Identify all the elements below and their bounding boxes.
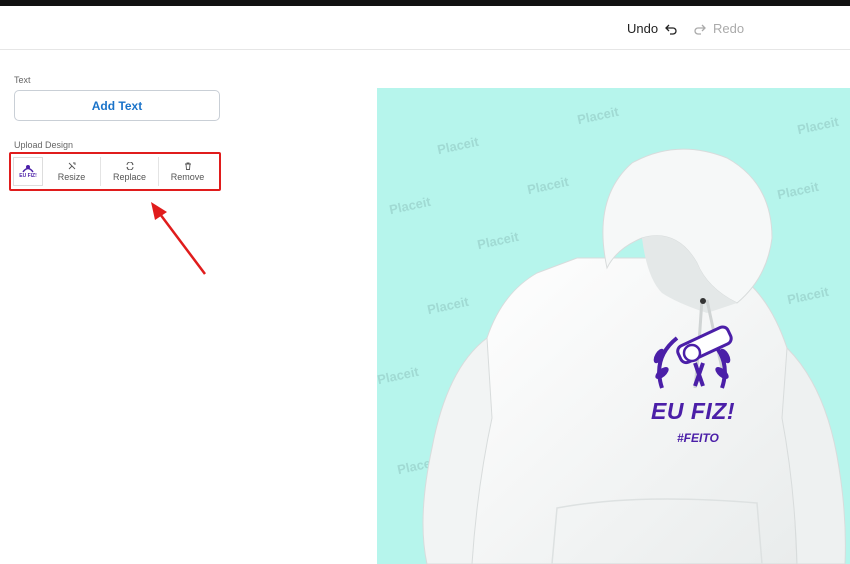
design-thumbnail-graphic: [22, 165, 34, 173]
undo-label: Undo: [627, 21, 659, 36]
undo-button[interactable]: Undo: [627, 21, 678, 36]
replace-button[interactable]: Replace: [101, 157, 159, 186]
design-subtitle-text: #FEITO: [677, 431, 719, 445]
mockup-canvas[interactable]: Placeit Placeit Placeit Placeit Placeit …: [377, 88, 850, 564]
remove-button[interactable]: Remove: [159, 157, 216, 186]
remove-label: Remove: [170, 171, 205, 182]
resize-icon: [68, 162, 75, 169]
redo-icon: [694, 24, 706, 35]
redo-label: Redo: [713, 21, 745, 36]
hoodie-image: [422, 148, 846, 564]
design-thumbnail-text: EU FIZ!: [19, 173, 37, 179]
resize-button[interactable]: Resize: [43, 157, 101, 186]
replace-label: Replace: [112, 171, 147, 182]
undo-icon: [665, 24, 677, 35]
resize-label: Resize: [57, 171, 86, 182]
annotation-arrow: [151, 202, 206, 275]
text-section-label: Text: [14, 75, 31, 85]
upload-design-toolbar: EU FIZ! Resize Replace Remove: [13, 157, 216, 186]
redo-button[interactable]: Redo: [693, 21, 744, 36]
add-text-button[interactable]: Add Text: [14, 90, 220, 121]
design-title-text: EU FIZ!: [651, 398, 735, 424]
toolbar-header: Undo Redo: [0, 6, 850, 50]
upload-section-label: Upload Design: [14, 140, 74, 150]
trash-icon: [184, 162, 191, 170]
replace-icon: [126, 161, 133, 170]
design-thumbnail[interactable]: EU FIZ!: [13, 157, 43, 186]
